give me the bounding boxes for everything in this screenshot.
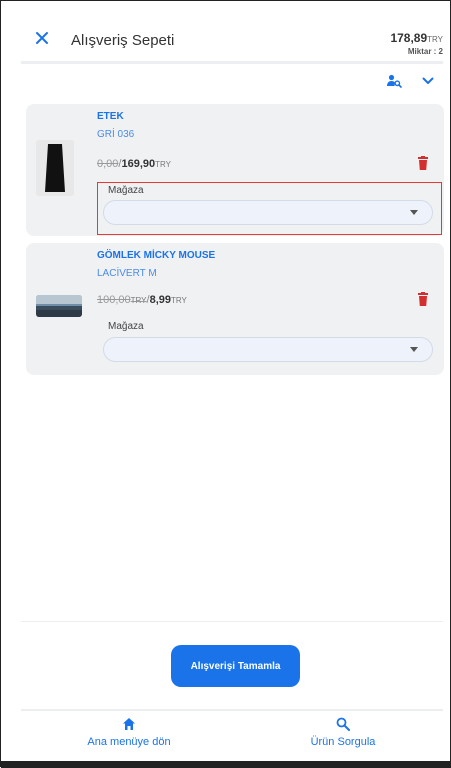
price-currency: TRY xyxy=(155,160,171,169)
store-dropdown[interactable] xyxy=(103,337,433,362)
product-image xyxy=(36,295,82,317)
footer-divider xyxy=(21,621,443,622)
cart-item: GÖMLEK MİCKY MOUSE LACİVERT M 100,00TRY/… xyxy=(26,243,444,375)
toolbar xyxy=(386,71,436,91)
product-image xyxy=(36,140,74,196)
total-currency: TRY xyxy=(427,35,443,44)
trash-icon[interactable] xyxy=(418,292,428,306)
new-price: 8,99 xyxy=(149,294,171,306)
new-price: 169,90 xyxy=(121,158,156,170)
nav-search-label: Ürün Sorgula xyxy=(310,736,376,748)
product-price: 0,00/169,90TRY xyxy=(97,158,171,170)
page-title: Alışveriş Sepeti xyxy=(71,32,175,49)
product-variant: LACİVERT M xyxy=(97,268,157,279)
search-icon xyxy=(336,717,350,731)
nav-home[interactable]: Ana menüye dön xyxy=(79,717,179,748)
header: Alışveriş Sepeti 178,89TRY Miktar : 2 xyxy=(21,25,443,57)
dropdown-arrow-icon xyxy=(410,347,418,352)
dropdown-arrow-icon xyxy=(410,210,418,215)
nav-product-search[interactable]: Ürün Sorgula xyxy=(293,717,393,748)
home-icon xyxy=(122,717,136,731)
close-icon[interactable] xyxy=(33,29,51,47)
old-price: 0,00 xyxy=(97,158,119,170)
product-variant: GRİ 036 xyxy=(97,129,135,140)
header-divider xyxy=(21,61,443,64)
trash-icon[interactable] xyxy=(418,156,428,170)
old-price: 100,00TRY xyxy=(97,294,147,306)
cart-total: 178,89TRY Miktar : 2 xyxy=(390,29,443,56)
product-name: GÖMLEK MİCKY MOUSE xyxy=(97,250,216,261)
complete-purchase-button[interactable]: Alışverişi Tamamla xyxy=(171,645,300,687)
person-search-icon[interactable] xyxy=(386,73,402,89)
product-price: 100,00TRY/8,99TRY xyxy=(97,294,187,306)
nav-divider xyxy=(21,709,443,711)
store-label: Mağaza xyxy=(108,321,144,332)
app-frame: Alışveriş Sepeti 178,89TRY Miktar : 2 ET… xyxy=(0,0,451,768)
total-amount: 178,89 xyxy=(390,31,428,45)
product-name: ETEK xyxy=(97,111,124,122)
price-currency: TRY xyxy=(171,296,187,305)
store-label: Mağaza xyxy=(108,185,144,196)
nav-home-label: Ana menüye dön xyxy=(87,736,171,748)
store-dropdown[interactable] xyxy=(103,200,433,225)
total-quantity: Miktar : 2 xyxy=(407,47,443,56)
cart-item: ETEK GRİ 036 0,00/169,90TRY Mağaza xyxy=(26,104,444,236)
chevron-down-icon[interactable] xyxy=(420,73,436,89)
